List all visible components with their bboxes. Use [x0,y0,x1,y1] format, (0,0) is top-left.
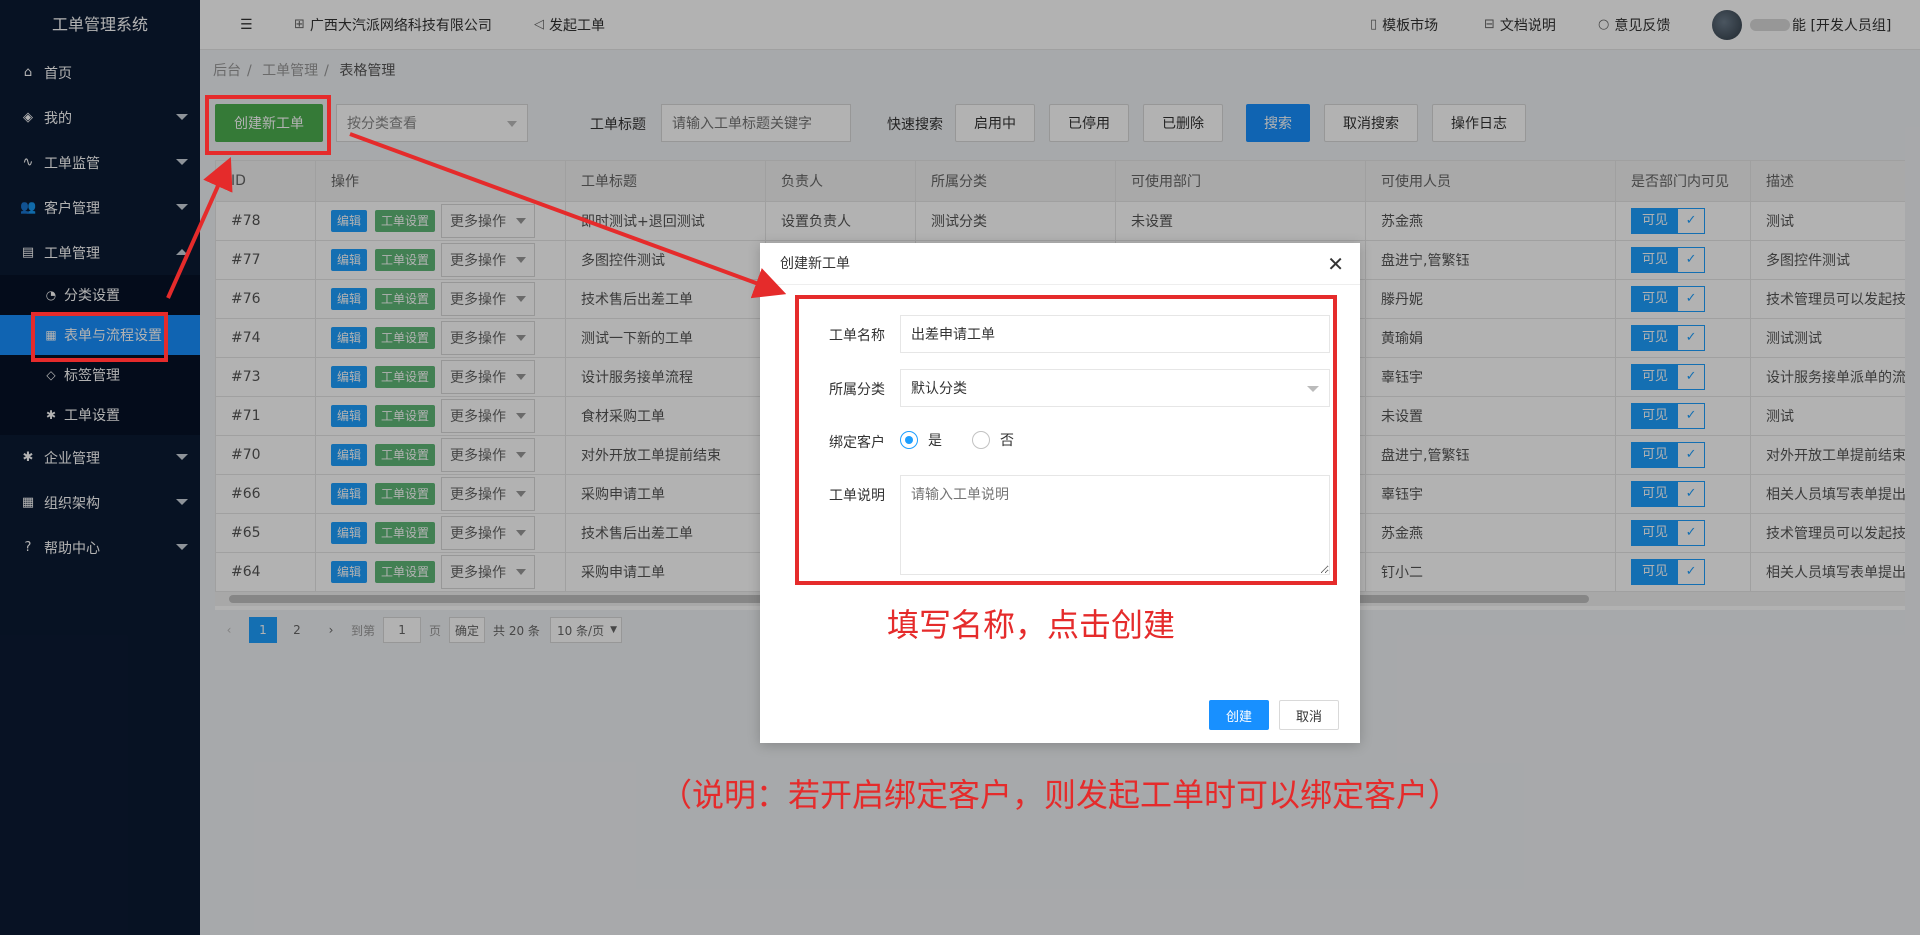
dialog-header: 创建新工单 ✕ [760,243,1360,285]
annotation-highlight-create [205,95,331,155]
annotation-highlight-sidebar [31,312,168,362]
annotation-note: （说明：若开启绑定客户，则发起工单时可以绑定客户） [660,776,1461,814]
annotation-highlight-form [795,295,1337,585]
annotation-fill-hint: 填写名称，点击创建 [887,606,1176,644]
cancel-button[interactable]: 取消 [1279,700,1339,730]
close-icon[interactable]: ✕ [1327,243,1344,285]
dialog-title: 创建新工单 [780,256,850,272]
create-button[interactable]: 创建 [1209,700,1269,730]
